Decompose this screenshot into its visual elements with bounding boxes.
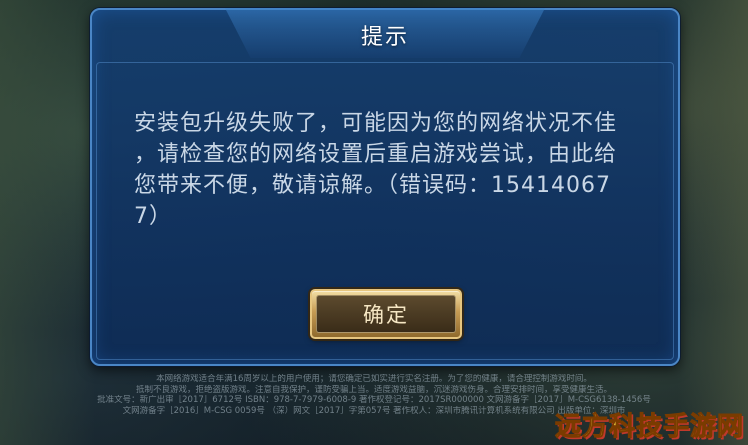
message-line: 安装包升级失败了，可能因为您的网络状况不佳 [134,111,618,136]
footer-line: 本网络游戏适合年满16周岁以上的用户使用；请您确定已如实进行实名注册。为了您的健… [156,374,592,384]
alert-dialog: 提示 安装包升级失败了，可能因为您的网络状况不佳 ，请检查您的网络设置后重启游戏… [90,8,680,366]
message-line: ，请检查您的网络设置后重启游戏尝试，由此给 [134,142,618,167]
confirm-button[interactable]: 确定 [310,289,462,339]
footer-line: 批准文号：新广出审［2017］6712号 ISBN：978-7-7979-600… [97,395,651,405]
dialog-title: 提示 [360,25,409,50]
site-watermark: 远方科技手游网 [554,412,744,443]
dialog-message: 安装包升级失败了，可能因为您的网络状况不佳 ，请检查您的网络设置后重启游戏尝试，… [134,108,644,232]
message-line: 7） [134,204,172,229]
message-line: 您带来不便，敬请谅解。（错误码：15414067 [134,173,611,198]
footer-line: 抵制不良游戏，拒绝盗版游戏。注意自我保护，谨防受骗上当。适度游戏益脑，沉迷游戏伤… [135,384,612,395]
confirm-button-label: 确定 [363,303,409,327]
dialog-title-bar: 提示 [92,8,678,60]
